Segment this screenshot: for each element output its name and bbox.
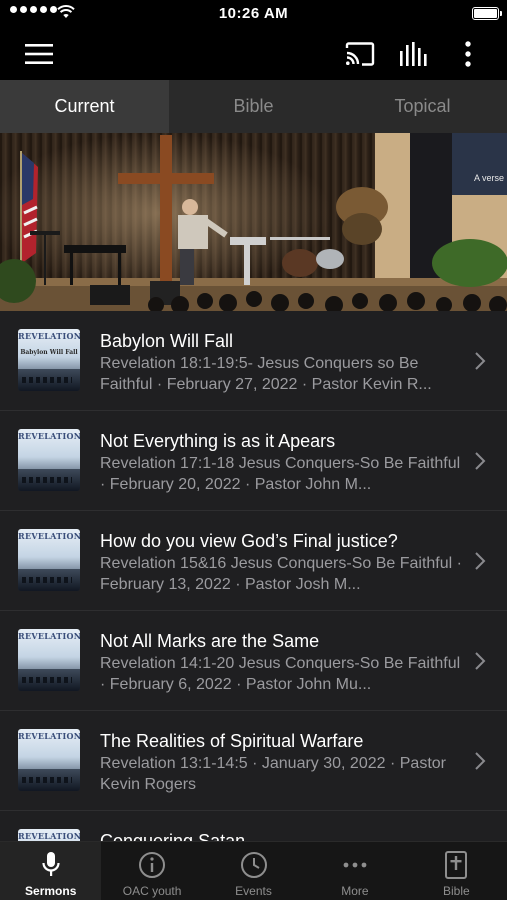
info-icon bbox=[139, 852, 166, 878]
battery-icon bbox=[472, 7, 502, 20]
nav-events[interactable]: Events bbox=[203, 842, 304, 900]
sermon-thumbnail: REVELATION bbox=[18, 729, 80, 791]
audio-button[interactable] bbox=[392, 28, 436, 80]
microphone-icon bbox=[42, 852, 60, 876]
sermon-title: Not All Marks are the Same bbox=[100, 631, 320, 651]
more-vertical-icon bbox=[465, 41, 471, 67]
nav-sermons[interactable]: Sermons bbox=[0, 842, 102, 900]
status-bar: 10:26 AM bbox=[0, 0, 507, 28]
sermon-title: The Realities of Spiritual Warfare bbox=[100, 731, 364, 751]
chevron-right-icon bbox=[475, 552, 486, 570]
sermon-subtitle: Revelation 14:1-20 Jesus Conquers-So Be … bbox=[100, 655, 461, 693]
sermon-title: Babylon Will Fall bbox=[100, 331, 234, 351]
more-horizontal-icon bbox=[343, 862, 367, 868]
nav-oac-youth[interactable]: OAC youth bbox=[101, 842, 202, 900]
church-stage-photo: A verse bbox=[0, 133, 507, 311]
chevron-right-icon bbox=[475, 452, 486, 470]
clock-icon bbox=[240, 852, 267, 878]
sermon-row[interactable]: REVELATION Babylon Will Fall Babylon Wil… bbox=[0, 311, 507, 411]
cast-icon bbox=[345, 42, 375, 66]
nav-label: Sermons bbox=[25, 884, 77, 898]
sermon-subtitle: Revelation 18:1-19:5- Jesus Conquers so … bbox=[100, 355, 432, 393]
sermon-subtitle: Revelation 13:1-14:5 · January 30, 2022 … bbox=[100, 755, 446, 793]
bible-icon bbox=[445, 851, 468, 879]
sermon-row[interactable]: REVELATION Not All Marks are the Same Re… bbox=[0, 611, 507, 711]
sermon-tabs: Current Bible Topical bbox=[0, 80, 507, 133]
sermon-row[interactable]: REVELATION Not Everything is as it Apear… bbox=[0, 411, 507, 511]
nav-label: Bible bbox=[442, 884, 470, 898]
sermon-title: Conquering Satan bbox=[100, 831, 246, 841]
sermon-row[interactable]: REVELATION Conquering Satan bbox=[0, 811, 507, 841]
sermon-thumbnail: REVELATION bbox=[18, 429, 80, 491]
cast-button[interactable] bbox=[338, 28, 382, 80]
tab-current[interactable]: Current bbox=[0, 80, 169, 133]
audio-bars-icon bbox=[400, 42, 427, 66]
menu-icon bbox=[25, 44, 53, 64]
sermon-thumbnail: REVELATION Babylon Will Fall bbox=[18, 329, 80, 391]
menu-button[interactable] bbox=[17, 28, 61, 80]
chevron-right-icon bbox=[475, 352, 486, 370]
sermon-thumbnail: REVELATION bbox=[18, 829, 80, 841]
sermon-subtitle: Revelation 17:1-18 Jesus Conquers-So Be … bbox=[100, 455, 461, 493]
app-bar bbox=[0, 28, 507, 80]
chevron-right-icon bbox=[475, 652, 486, 670]
nav-label: OAC youth bbox=[122, 884, 182, 898]
sermon-title: How do you view God’s Final justice? bbox=[100, 531, 398, 551]
sermon-row[interactable]: REVELATION How do you view God’s Final j… bbox=[0, 511, 507, 611]
screen-text: A verse bbox=[474, 173, 504, 183]
sermon-thumbnail: REVELATION bbox=[18, 529, 80, 591]
more-options-button[interactable] bbox=[446, 28, 490, 80]
nav-label: Events bbox=[235, 884, 272, 898]
nav-bible[interactable]: Bible bbox=[406, 842, 507, 900]
sermon-title: Not Everything is as it Apears bbox=[100, 431, 336, 451]
sermon-thumbnail: REVELATION bbox=[18, 629, 80, 691]
status-time: 10:26 AM bbox=[218, 5, 289, 22]
bottom-nav: Sermons OAC youth Events More Bible bbox=[0, 841, 507, 900]
sermon-list: REVELATION Babylon Will Fall Babylon Wil… bbox=[0, 311, 507, 841]
sermon-subtitle: Revelation 15&16 Jesus Conquers-So Be Fa… bbox=[100, 555, 462, 593]
sermon-row[interactable]: REVELATION The Realities of Spiritual Wa… bbox=[0, 711, 507, 811]
nav-label: More bbox=[341, 884, 369, 898]
tab-topical[interactable]: Topical bbox=[338, 80, 507, 133]
tab-bible[interactable]: Bible bbox=[169, 80, 338, 133]
nav-more[interactable]: More bbox=[304, 842, 405, 900]
chevron-right-icon bbox=[475, 752, 486, 770]
